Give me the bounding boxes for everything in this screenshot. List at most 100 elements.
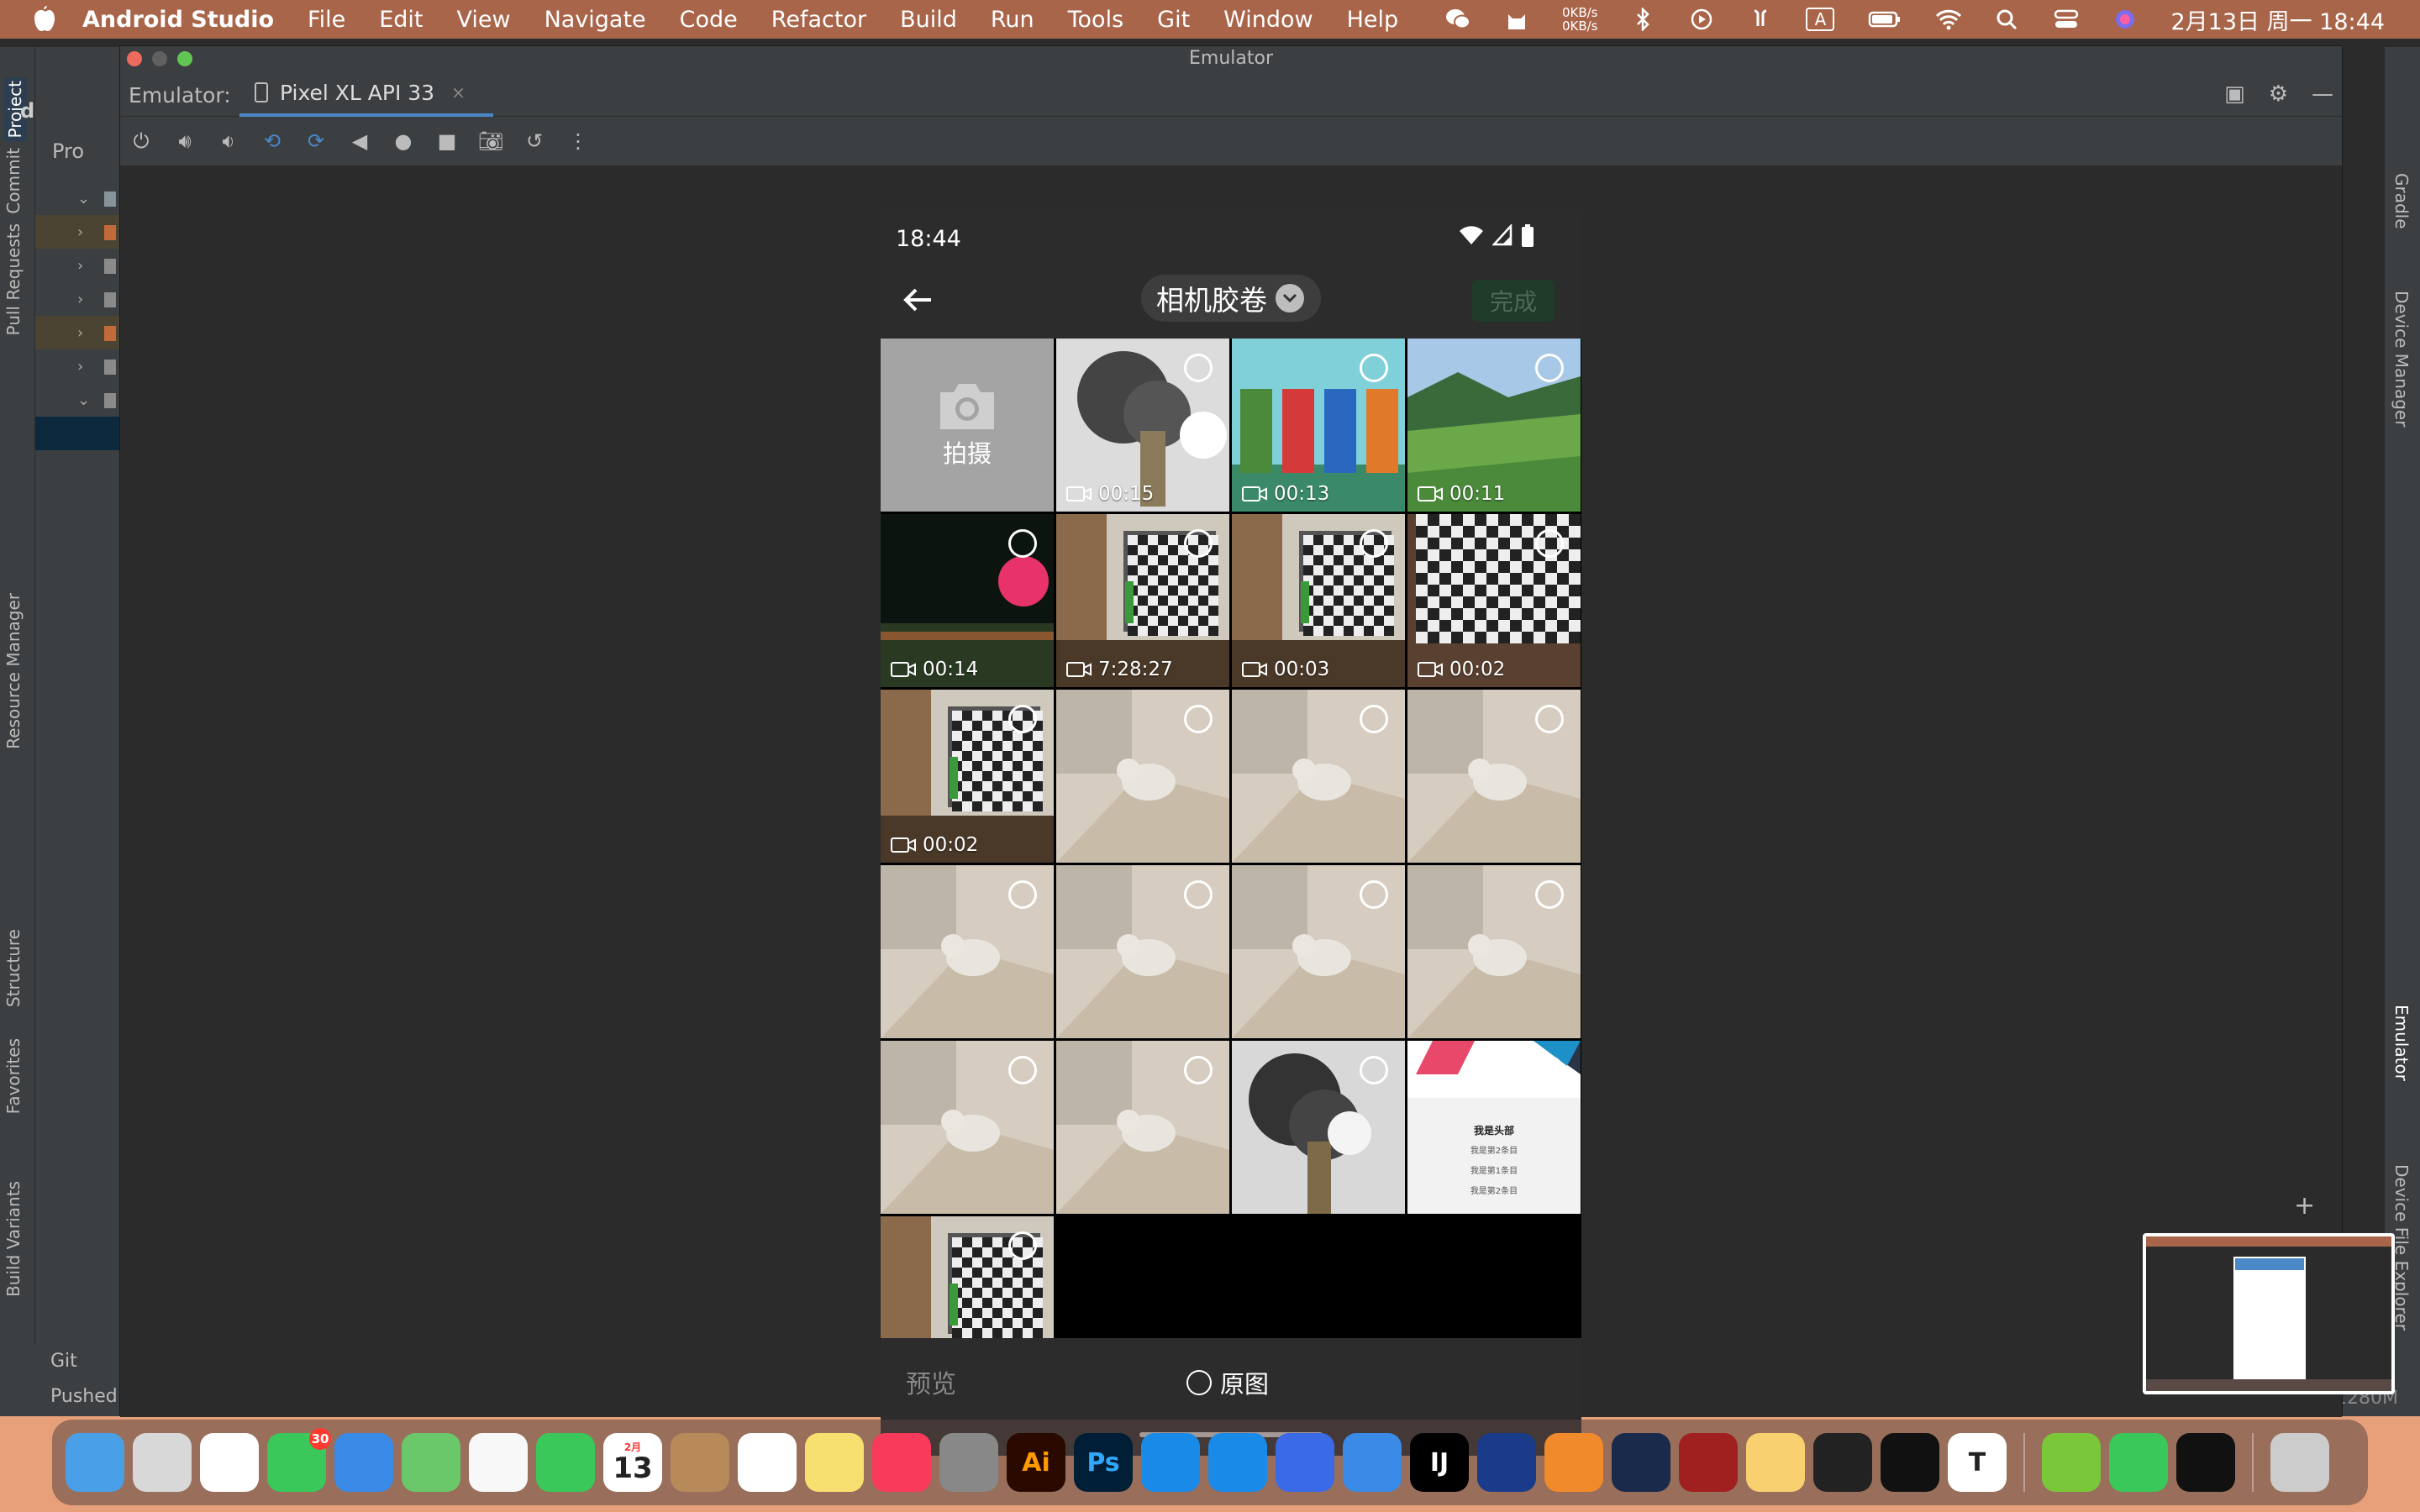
zoom-window-button[interactable]: [177, 51, 192, 66]
dock-cube-icon[interactable]: [1679, 1433, 1738, 1492]
video-thumbnail[interactable]: 00:02: [1407, 514, 1581, 687]
original-radio[interactable]: [1186, 1370, 1212, 1395]
dock-photoshop-icon[interactable]: Ps: [1074, 1433, 1133, 1492]
tab-pixel-xl-api-33[interactable]: Pixel XL API 33 ×: [239, 71, 493, 117]
overview-icon[interactable]: ■: [434, 129, 460, 154]
snapshot-icon[interactable]: ↺: [522, 129, 547, 154]
airpods-icon[interactable]: [1747, 8, 1774, 31]
tool-tab-gradle[interactable]: Gradle: [2391, 173, 2412, 229]
dock-facetime-icon[interactable]: [536, 1433, 595, 1492]
dock-contacts-icon[interactable]: [671, 1433, 729, 1492]
select-circle-icon[interactable]: [1360, 529, 1388, 558]
select-circle-icon[interactable]: [1008, 1056, 1037, 1084]
control-center-icon[interactable]: [2053, 8, 2080, 31]
layout-icon[interactable]: ▣: [2224, 81, 2245, 107]
menu-refactor[interactable]: Refactor: [771, 7, 866, 33]
photo-thumbnail[interactable]: [1232, 1041, 1405, 1214]
rotate-right-icon[interactable]: ⟳: [303, 129, 329, 154]
tree-row[interactable]: ›: [35, 215, 119, 249]
siri-icon[interactable]: [2112, 8, 2139, 31]
tool-tab-resource-manager[interactable]: Resource Manager: [3, 593, 24, 749]
menu-window[interactable]: Window: [1223, 7, 1313, 33]
video-thumbnail[interactable]: 00:14: [881, 514, 1054, 687]
dock-mail-icon[interactable]: [334, 1433, 393, 1492]
tool-tab-favorites[interactable]: Favorites: [3, 1038, 24, 1114]
photo-thumbnail[interactable]: [881, 1041, 1054, 1214]
close-window-button[interactable]: [127, 51, 142, 66]
volume-down-icon[interactable]: 🔉︎: [216, 129, 241, 154]
menu-git[interactable]: Git: [1157, 7, 1190, 33]
video-thumbnail[interactable]: 00:02: [881, 690, 1054, 863]
dock-calendar-icon[interactable]: 2月 13: [603, 1433, 662, 1492]
dock-qq-music-icon[interactable]: [2042, 1433, 2101, 1492]
dock-illustrator-icon[interactable]: Ai: [1007, 1433, 1065, 1492]
select-circle-icon[interactable]: [1184, 1056, 1213, 1084]
dock-xcode-icon[interactable]: [1276, 1433, 1334, 1492]
menu-run[interactable]: Run: [991, 7, 1034, 33]
dock-notes-icon[interactable]: [805, 1433, 864, 1492]
back-icon[interactable]: ◀: [347, 129, 372, 154]
more-options-icon[interactable]: ⋮: [566, 129, 591, 154]
menu-code[interactable]: Code: [680, 7, 738, 33]
dock-pen-icon[interactable]: [1544, 1433, 1603, 1492]
select-circle-icon[interactable]: [1535, 1056, 1564, 1084]
dock-launchpad-icon[interactable]: [133, 1433, 192, 1492]
project-panel-header[interactable]: Pro: [35, 139, 119, 173]
select-circle-icon[interactable]: [1008, 705, 1037, 733]
done-button[interactable]: 完成: [1472, 280, 1555, 322]
select-circle-icon[interactable]: [1184, 354, 1213, 382]
dock-activity-monitor-icon[interactable]: [1813, 1433, 1872, 1492]
photo-thumbnail[interactable]: [1407, 865, 1581, 1038]
gear-icon[interactable]: ⚙: [2269, 81, 2288, 107]
tree-row[interactable]: ›: [35, 349, 119, 383]
select-circle-icon[interactable]: [1535, 880, 1564, 909]
photo-thumbnail[interactable]: [1232, 865, 1405, 1038]
video-thumbnail[interactable]: 7:28:27: [1056, 514, 1229, 687]
dock-qq-icon[interactable]: [2176, 1433, 2235, 1492]
tree-row[interactable]: ⌄: [35, 383, 119, 417]
app-name-menu[interactable]: Android Studio: [82, 7, 274, 33]
wechat-status-icon[interactable]: [1444, 8, 1471, 31]
video-thumbnail[interactable]: 00:15: [1056, 339, 1229, 512]
select-circle-icon[interactable]: [1535, 354, 1564, 382]
dock-trash-icon[interactable]: [2270, 1433, 2329, 1492]
photo-thumbnail[interactable]: [881, 865, 1054, 1038]
video-thumbnail[interactable]: 00:11: [1407, 339, 1581, 512]
dock-app-store-icon[interactable]: [1208, 1433, 1267, 1492]
photo-thumbnail[interactable]: [1407, 690, 1581, 863]
git-tool-button[interactable]: Git: [50, 1351, 77, 1372]
video-thumbnail[interactable]: 00:13: [1232, 339, 1405, 512]
home-icon[interactable]: ●: [391, 129, 416, 154]
dock-photos-icon[interactable]: [469, 1433, 528, 1492]
close-tab-icon[interactable]: ×: [451, 82, 466, 102]
photo-thumbnail[interactable]: [1056, 1041, 1229, 1214]
menu-file[interactable]: File: [308, 7, 345, 33]
photo-thumbnail[interactable]: [1232, 690, 1405, 863]
select-circle-icon[interactable]: [1360, 354, 1388, 382]
photo-thumbnail[interactable]: 我是头部 我是第2条目 我是第1条目 我是第2条目: [1407, 1041, 1581, 1214]
tool-tab-build-variants[interactable]: Build Variants: [3, 1181, 24, 1297]
select-circle-icon[interactable]: [1008, 529, 1037, 558]
select-circle-icon[interactable]: [1535, 705, 1564, 733]
tool-tab-emulator[interactable]: Emulator: [2391, 1005, 2412, 1081]
dock-bitwarden-icon[interactable]: [1477, 1433, 1536, 1492]
bluetooth-icon[interactable]: [1629, 8, 1656, 31]
tool-tab-pull-requests[interactable]: Pull Requests: [3, 223, 24, 336]
dock-app-store-icon[interactable]: [1141, 1433, 1200, 1492]
menu-build[interactable]: Build: [900, 7, 957, 33]
menubar-clock[interactable]: 2月13日 周一 18:44: [2170, 3, 2385, 36]
dock-finder-icon[interactable]: [66, 1433, 124, 1492]
tree-row[interactable]: ›: [35, 282, 119, 316]
dock-chrome-icon[interactable]: [200, 1433, 259, 1492]
dock-music-icon[interactable]: [872, 1433, 931, 1492]
minimize-panel-icon[interactable]: —: [2312, 81, 2333, 107]
menu-view[interactable]: View: [456, 7, 510, 33]
dock-wechat-icon[interactable]: [2109, 1433, 2168, 1492]
dock-system-preferences-icon[interactable]: [939, 1433, 998, 1492]
tree-row[interactable]: ⌄: [35, 181, 119, 215]
video-thumbnail[interactable]: 00:03: [1232, 514, 1405, 687]
menu-edit[interactable]: Edit: [379, 7, 423, 33]
dock-intellij-idea-icon[interactable]: IJ: [1410, 1433, 1469, 1492]
tool-tab-commit[interactable]: Commit: [3, 148, 24, 214]
dock-reminders-icon[interactable]: [738, 1433, 797, 1492]
